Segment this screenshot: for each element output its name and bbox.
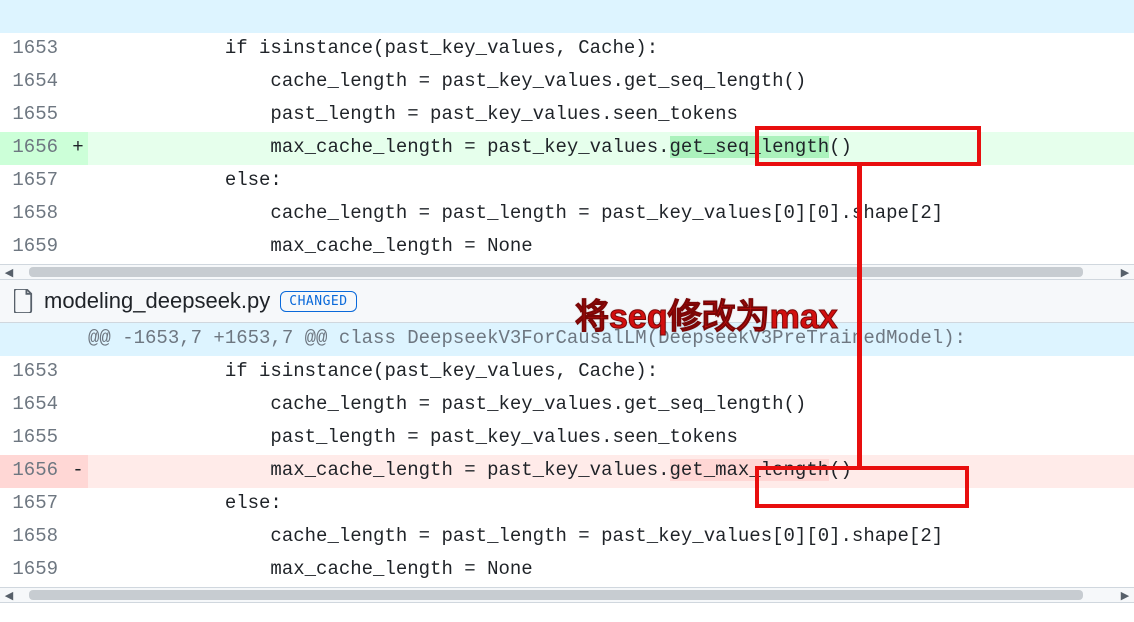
code-line-deleted[interactable]: max_cache_length = past_key_values.get_m…: [88, 455, 1134, 488]
scroll-track[interactable]: [18, 265, 1116, 279]
scroll-thumb[interactable]: [29, 590, 1083, 600]
diff-marker-plus: +: [68, 132, 88, 165]
diff-row: 1654 cache_length = past_key_values.get_…: [0, 389, 1134, 422]
diff-marker: [68, 0, 88, 33]
diff-row: 1653 if isinstance(past_key_values, Cach…: [0, 356, 1134, 389]
code-line[interactable]: cache_length = past_key_values.get_seq_l…: [88, 389, 1134, 422]
code-line[interactable]: cache_length = past_length = past_key_va…: [88, 521, 1134, 554]
code-post: (): [829, 136, 852, 158]
code-line[interactable]: if isinstance(past_key_values, Cache):: [88, 33, 1134, 66]
diff-row-added: 1656 + max_cache_length = past_key_value…: [0, 132, 1134, 165]
horizontal-scrollbar-top[interactable]: ◀ ▶: [0, 264, 1134, 279]
scroll-right-arrow-icon[interactable]: ▶: [1116, 265, 1134, 279]
diff-row: 1654 cache_length = past_key_values.get_…: [0, 66, 1134, 99]
diff-row: 1657 else:: [0, 488, 1134, 521]
line-number: 1656: [0, 132, 68, 165]
line-number: 1655: [0, 422, 68, 455]
scroll-thumb[interactable]: [29, 267, 1083, 277]
line-number: 1653: [0, 33, 68, 66]
diff-marker: [68, 389, 88, 422]
code-line-added[interactable]: max_cache_length = past_key_values.get_s…: [88, 132, 1134, 165]
code-line: [88, 0, 1134, 33]
diff-row: 1658 cache_length = past_length = past_k…: [0, 521, 1134, 554]
hunk-spacer: [0, 0, 1134, 33]
code-highlight-deleted: get_max_length: [670, 459, 830, 481]
line-number: 1658: [0, 521, 68, 554]
code-line[interactable]: past_length = past_key_values.seen_token…: [88, 422, 1134, 455]
horizontal-scrollbar-bottom[interactable]: ◀ ▶: [0, 587, 1134, 602]
line-number: 1657: [0, 165, 68, 198]
diff-marker-minus: -: [68, 455, 88, 488]
line-number: 1655: [0, 99, 68, 132]
line-number: 1659: [0, 554, 68, 587]
line-number: 1658: [0, 198, 68, 231]
line-number: 1654: [0, 389, 68, 422]
diff-row: 1658 cache_length = past_length = past_k…: [0, 198, 1134, 231]
diff-panel-bottom: @@ -1653,7 +1653,7 @@ class DeepseekV3Fo…: [0, 323, 1134, 603]
code-line[interactable]: else:: [88, 488, 1134, 521]
diff-marker: [68, 33, 88, 66]
file-header: modeling_deepseek.py CHANGED: [0, 280, 1134, 323]
code-post: (): [829, 459, 852, 481]
hunk-header: @@ -1653,7 +1653,7 @@ class DeepseekV3Fo…: [0, 323, 1134, 356]
scroll-left-arrow-icon[interactable]: ◀: [0, 588, 18, 602]
diff-marker: [68, 422, 88, 455]
code-line[interactable]: if isinstance(past_key_values, Cache):: [88, 356, 1134, 389]
code-line[interactable]: max_cache_length = None: [88, 231, 1134, 264]
line-number: 1659: [0, 231, 68, 264]
hunk-text: @@ -1653,7 +1653,7 @@ class DeepseekV3Fo…: [88, 323, 1134, 356]
diff-marker: [68, 198, 88, 231]
code-highlight-added: get_seq_length: [670, 136, 830, 158]
file-icon: [14, 289, 34, 313]
diff-panel-top: 1653 if isinstance(past_key_values, Cach…: [0, 0, 1134, 280]
code-line[interactable]: cache_length = past_length = past_key_va…: [88, 198, 1134, 231]
scroll-track[interactable]: [18, 588, 1116, 602]
diff-row: 1659 max_cache_length = None: [0, 554, 1134, 587]
diff-content-bottom[interactable]: @@ -1653,7 +1653,7 @@ class DeepseekV3Fo…: [0, 323, 1134, 587]
scroll-right-arrow-icon[interactable]: ▶: [1116, 588, 1134, 602]
diff-marker: [68, 488, 88, 521]
scroll-left-arrow-icon[interactable]: ◀: [0, 265, 18, 279]
diff-row: 1655 past_length = past_key_values.seen_…: [0, 99, 1134, 132]
code-line[interactable]: max_cache_length = None: [88, 554, 1134, 587]
code-line[interactable]: else:: [88, 165, 1134, 198]
diff-marker: [68, 231, 88, 264]
diff-row: 1659 max_cache_length = None: [0, 231, 1134, 264]
diff-row: 1653 if isinstance(past_key_values, Cach…: [0, 33, 1134, 66]
diff-content-top[interactable]: 1653 if isinstance(past_key_values, Cach…: [0, 0, 1134, 264]
diff-marker: [68, 165, 88, 198]
line-number: 1656: [0, 455, 68, 488]
diff-marker: [68, 323, 88, 356]
code-line[interactable]: past_length = past_key_values.seen_token…: [88, 99, 1134, 132]
code-line[interactable]: cache_length = past_key_values.get_seq_l…: [88, 66, 1134, 99]
line-number: [0, 0, 68, 33]
diff-marker: [68, 99, 88, 132]
changed-badge: CHANGED: [280, 291, 356, 312]
diff-marker: [68, 521, 88, 554]
diff-marker: [68, 66, 88, 99]
line-number: 1657: [0, 488, 68, 521]
line-number: 1654: [0, 66, 68, 99]
diff-row-deleted: 1656 - max_cache_length = past_key_value…: [0, 455, 1134, 488]
diff-marker: [68, 554, 88, 587]
line-number: [0, 323, 68, 356]
code-pre: max_cache_length = past_key_values.: [88, 136, 670, 158]
diff-marker: [68, 356, 88, 389]
file-name[interactable]: modeling_deepseek.py: [44, 288, 270, 314]
diff-row: 1655 past_length = past_key_values.seen_…: [0, 422, 1134, 455]
diff-row: 1657 else:: [0, 165, 1134, 198]
code-pre: max_cache_length = past_key_values.: [88, 459, 670, 481]
line-number: 1653: [0, 356, 68, 389]
